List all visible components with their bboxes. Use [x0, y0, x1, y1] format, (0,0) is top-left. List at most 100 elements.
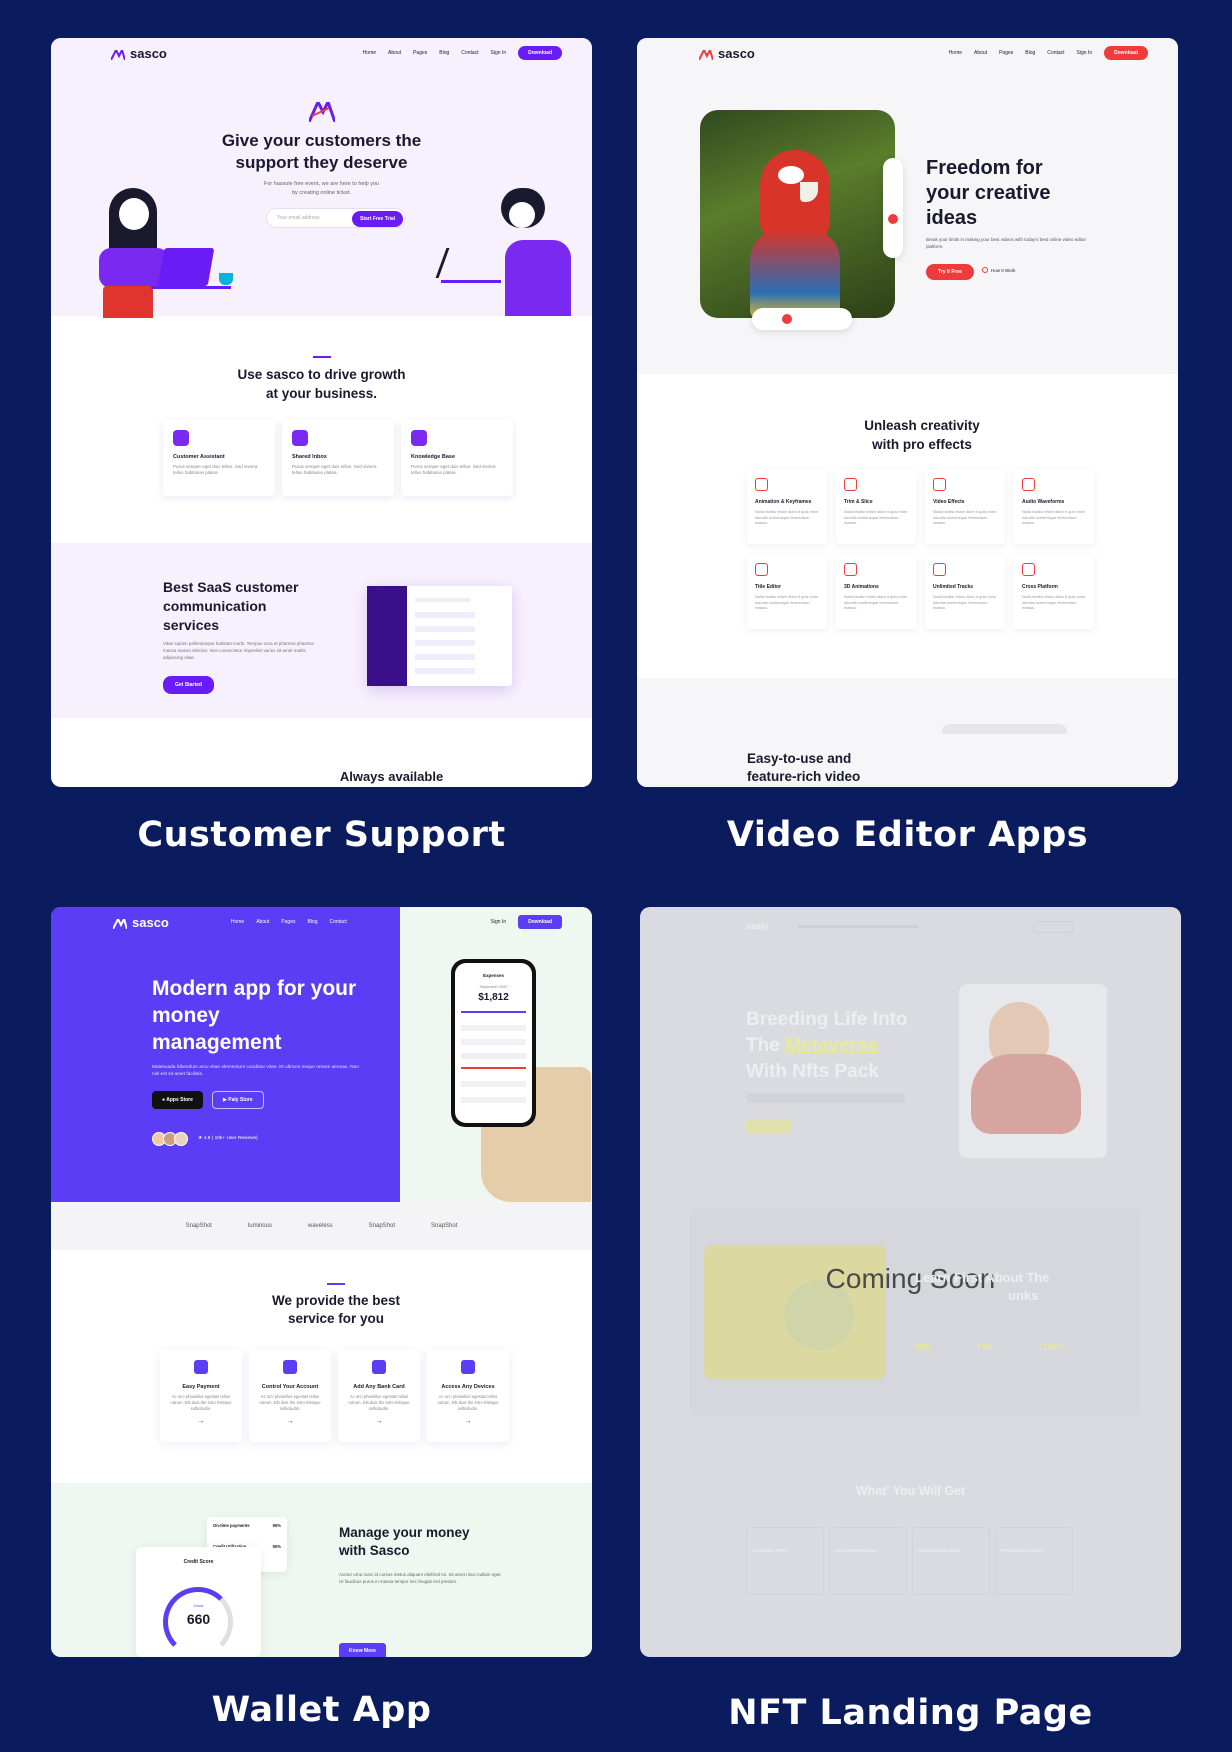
start-trial-button[interactable]: Start Free Trial	[351, 211, 403, 227]
service-title: Access Any Devices	[441, 1384, 495, 1390]
nav-contact[interactable]: Contact	[330, 919, 347, 925]
ontime-label: On-time payments	[213, 1523, 250, 1528]
email-form: Your email address Start Free Trial	[266, 208, 406, 228]
devices-icon	[461, 1360, 475, 1374]
nav-blog[interactable]: Blog	[307, 919, 317, 925]
logo[interactable]: sasco	[112, 915, 169, 930]
effect-title: Animation & Keyframes	[755, 499, 812, 505]
brand-logo: SnapShot	[185, 1223, 212, 1229]
hero-title-line2: support they deserve	[235, 153, 408, 172]
feature-card[interactable]: Customer Assistant Purus semper eget duis…	[163, 420, 275, 496]
provide-title-1: We provide the best	[271, 1293, 401, 1308]
feature-title: Customer Assistant	[173, 454, 225, 460]
download-button[interactable]: Download	[1104, 46, 1148, 60]
email-input[interactable]: Your email address	[277, 215, 320, 221]
effect-card[interactable]: Unlimited Tracks Nulla facilisi etiam dia…	[925, 555, 1005, 629]
nav-about[interactable]: About	[388, 50, 401, 56]
sign-in-link[interactable]: Sign In	[491, 919, 507, 925]
feature-card[interactable]: Shared Inbox Purus semper eget duis tellu…	[282, 420, 394, 496]
caption-wallet-app: Wallet App	[211, 1690, 432, 1730]
get-started-button[interactable]: Get Started	[163, 676, 214, 694]
arrow-right-icon[interactable]: →	[338, 1418, 420, 1425]
nft-feature-title: Professional Artists	[1001, 1548, 1044, 1553]
app-store-button[interactable]: ● Apps Store	[152, 1091, 203, 1109]
divider-accent	[327, 1283, 345, 1285]
nav-home[interactable]: Home	[231, 919, 244, 925]
service-card[interactable]: Control Your Account Ac orci phasellus eg…	[249, 1350, 331, 1442]
try-free-button[interactable]: Try It Free	[926, 264, 974, 280]
keyframes-icon	[755, 478, 768, 491]
provide-title-2: service for you	[287, 1311, 385, 1326]
download-button[interactable]: Download	[518, 46, 562, 60]
effect-card[interactable]: Trim & Slice Nulla facilisi etiam diam it…	[836, 470, 916, 544]
cross-platform-icon	[1022, 563, 1035, 576]
manage-title-2: with Sasco	[339, 1543, 410, 1558]
effect-desc: Nulla facilisi etiam diam it quis enim l…	[933, 509, 997, 526]
always-available-title: Always available	[339, 769, 444, 784]
how-it-works-link[interactable]: How It Work	[982, 267, 1015, 273]
learn-title: Learn First About The	[915, 1270, 1050, 1285]
service-card[interactable]: Easy Payment Ac orci phasellus egestas te…	[160, 1350, 242, 1442]
service-card[interactable]: Add Any Bank Card Ac orci phasellus egest…	[338, 1350, 420, 1442]
phone-mockup: Expenses September 2020 $1,812	[451, 959, 536, 1127]
nav-pages[interactable]: Pages	[413, 50, 427, 56]
stat-value: 99%	[915, 1343, 932, 1352]
effect-desc: Nulla facilisi etiam diam it quis enim l…	[844, 509, 908, 526]
assistant-icon	[173, 430, 189, 446]
rating-label: 4.8 ( 10k+ User Reviews)	[203, 1136, 258, 1141]
hero-highlight: Metaverse	[785, 1035, 879, 1056]
sign-in-link[interactable]: Sign In	[1077, 50, 1093, 56]
parrot-image	[700, 110, 895, 318]
caption-video-editor: Video Editor Apps	[726, 815, 1089, 855]
nft-feature-title: 1/1 Unique NFTs	[752, 1548, 787, 1553]
nav-about[interactable]: About	[256, 919, 269, 925]
nav-contact[interactable]: Contact	[461, 50, 478, 56]
preview-wallet-app[interactable]: sasco Home About Pages Blog Contact Sign…	[51, 907, 592, 1657]
arrow-right-icon[interactable]: →	[160, 1418, 242, 1425]
nav-home[interactable]: Home	[363, 50, 376, 56]
logo[interactable]: sasco	[110, 46, 167, 61]
bank-card-icon	[372, 1360, 386, 1374]
arrow-right-icon[interactable]: →	[249, 1418, 331, 1425]
nav-home[interactable]: Home	[949, 50, 962, 56]
brands-bar: SnapShot luminous waveless SnapShot Snap…	[51, 1202, 592, 1250]
effect-card[interactable]: Video Effects Nulla facilisi etiam diam i…	[925, 470, 1005, 544]
video-effects-icon	[933, 478, 946, 491]
nft-feature-title: Ownership Benefits	[918, 1548, 961, 1553]
waveform-icon	[1022, 478, 1035, 491]
arrow-right-icon[interactable]: →	[427, 1418, 509, 1425]
know-more-button[interactable]: Know More	[339, 1643, 386, 1657]
nav-contact[interactable]: Contact	[1047, 50, 1064, 56]
preview-nft-landing[interactable]: sasly. Breeding Life Into The Metaverse …	[640, 907, 1181, 1657]
nft-art-card	[959, 984, 1107, 1158]
preview-customer-support[interactable]: sasco Home About Pages Blog Contact Sign…	[51, 38, 592, 787]
effect-card[interactable]: Cross Platform Nulla facilisi etiam diam …	[1014, 555, 1094, 629]
effect-card[interactable]: Audio Waveforms Nulla facilisi etiam diam…	[1014, 470, 1094, 544]
divider-accent	[313, 356, 331, 358]
hero-title-2: your creative	[926, 182, 1051, 204]
nav-pages[interactable]: Pages	[999, 50, 1013, 56]
effect-card[interactable]: Title Editor Nulla facilisi etiam diam it…	[747, 555, 827, 629]
nav-about[interactable]: About	[974, 50, 987, 56]
knowledge-icon	[411, 430, 427, 446]
feature-card[interactable]: Knowledge Base Purus semper eget duis tel…	[401, 420, 513, 496]
hero-subtitle: Break your limits in making your best vi…	[926, 237, 1086, 249]
logo[interactable]: sasco	[698, 46, 755, 61]
effect-card[interactable]: Animation & Keyframes Nulla facilisi etia…	[747, 470, 827, 544]
effect-card[interactable]: 3D Animations Nulla facilisi etiam diam i…	[836, 555, 916, 629]
service-title: Easy Payment	[182, 1384, 220, 1390]
service-card[interactable]: Access Any Devices Ac orci phasellus eges…	[427, 1350, 509, 1442]
sign-in-link[interactable]: Sign In	[491, 50, 507, 56]
download-button[interactable]: Download	[518, 915, 562, 929]
effect-title: Cross Platform	[1022, 584, 1058, 590]
preview-video-editor[interactable]: sasco Home About Pages Blog Contact Sign…	[637, 38, 1178, 787]
phone-title: Expenses	[482, 973, 504, 978]
nav-blog[interactable]: Blog	[439, 50, 449, 56]
hero-cta-placeholder	[746, 1119, 792, 1133]
easy-title-2: feature-rich video	[747, 769, 861, 784]
play-store-button[interactable]: ▶ Paly Store	[212, 1091, 264, 1109]
nav-pages[interactable]: Pages	[281, 919, 295, 925]
nav-blog[interactable]: Blog	[1025, 50, 1035, 56]
trim-icon	[844, 478, 857, 491]
credit-score-card: Credit Score Good 660	[136, 1547, 261, 1657]
